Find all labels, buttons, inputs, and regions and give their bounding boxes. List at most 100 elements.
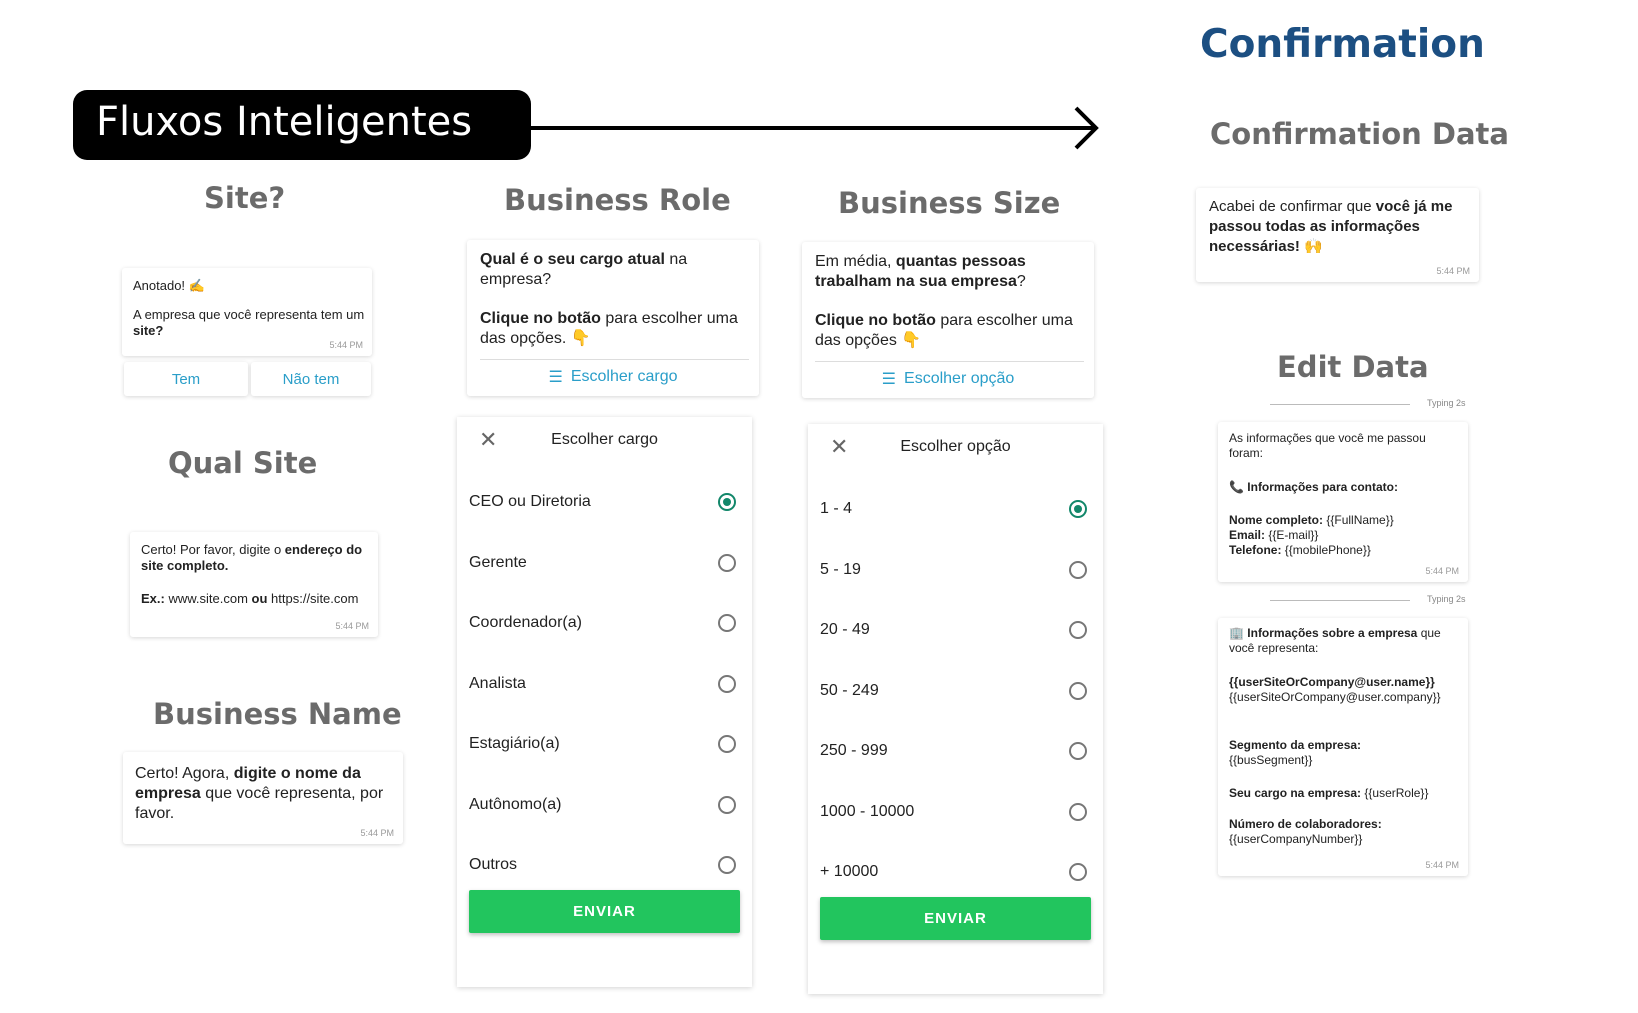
option-label: 50 - 249	[820, 681, 879, 699]
timestamp: 5:44 PM	[1425, 566, 1459, 576]
phone-label: Telefone:	[1229, 543, 1282, 557]
escolher-cargo-panel: ✕ Escolher cargo CEO ou Diretoria Gerente…	[457, 417, 752, 987]
confirmation-data-heading: Confirmation Data	[1210, 117, 1509, 151]
panel-title: Escolher opção	[900, 438, 1011, 455]
option-row[interactable]: Estagiário(a)	[469, 715, 736, 773]
escolher-opcao-button[interactable]: ☰ Escolher opção	[802, 364, 1094, 394]
enviar-button[interactable]: ENVIAR	[469, 890, 740, 933]
qual-site-message: Certo! Por favor, digite o endereço do s…	[130, 532, 378, 637]
radio-icon[interactable]	[718, 674, 736, 693]
list-icon: ☰	[548, 369, 563, 386]
site-message-line1: Anotado! ✍️	[133, 278, 205, 293]
escolher-opcao-panel: ✕ Escolher opção 1 - 45 - 19 20 - 49 50 - …	[808, 424, 1103, 994]
option-row[interactable]: Analista	[469, 655, 736, 713]
confirmation-title: Confirmation	[1200, 22, 1485, 67]
site-message-line2-bold: site?	[133, 323, 164, 338]
radio-icon[interactable]	[718, 856, 736, 874]
timestamp: 5:44 PM	[1436, 266, 1470, 276]
radio-icon[interactable]	[1069, 742, 1087, 760]
option-label: Estagiário(a)	[469, 735, 560, 752]
option-row[interactable]: 1 - 4	[820, 480, 1087, 538]
radio-icon[interactable]	[718, 553, 736, 572]
site-message: Anotado! ✍️ A empresa que você represent…	[122, 268, 372, 356]
option-row[interactable]: Outros	[469, 836, 736, 894]
site-heading: Site?	[204, 181, 286, 215]
option-row[interactable]: Coordenador(a)	[469, 594, 736, 652]
option-row[interactable]: 5 - 19	[820, 541, 1087, 599]
option-row[interactable]: 1000 - 10000	[820, 783, 1087, 841]
name-label: Nome completo:	[1229, 513, 1324, 527]
business-name-heading: Business Name	[153, 697, 402, 731]
role-question-bold: Qual é o seu cargo atual	[480, 251, 665, 268]
option-label: Analista	[469, 674, 526, 692]
option-row[interactable]: 50 - 249	[820, 662, 1087, 720]
example-url: www.site.com	[164, 591, 252, 606]
flow-banner-title: Fluxos Inteligentes	[96, 99, 473, 145]
role-instruction-bold: Clique no botão	[480, 310, 601, 327]
divider	[480, 359, 749, 360]
option-row[interactable]: 20 - 49	[820, 601, 1087, 659]
radio-icon[interactable]	[1069, 621, 1087, 639]
company-site-bold: {{userSiteOrCompany@user.name}}	[1229, 675, 1435, 689]
radio-selected-icon[interactable]	[718, 493, 736, 511]
business-name-message: Certo! Agora, digite o nome da empresa q…	[123, 752, 403, 844]
option-row[interactable]: 250 - 999	[820, 722, 1087, 780]
contact-title: 📞 Informações para contato:	[1229, 480, 1398, 494]
qual-site-text: Certo! Por favor, digite o	[141, 542, 285, 557]
contact-info-message: As informações que você me passou foram:…	[1218, 422, 1468, 582]
divider	[815, 361, 1084, 362]
radio-icon[interactable]	[1069, 802, 1087, 821]
option-row[interactable]: Autônomo(a)	[469, 776, 736, 834]
option-label: 5 - 19	[820, 560, 861, 578]
collab-value: {{userCompanyNumber}}	[1229, 832, 1363, 846]
option-label: 20 - 49	[820, 621, 870, 638]
typing-indicator: Typing 2s	[1427, 594, 1466, 604]
phone-value: {{mobilePhone}}	[1281, 543, 1371, 557]
email-label: Email:	[1229, 528, 1266, 542]
option-row[interactable]: + 10000	[820, 843, 1087, 901]
tem-button[interactable]: Tem	[124, 362, 248, 396]
business-role-message: Qual é o seu cargo atual na empresa? Cli…	[467, 240, 759, 396]
enviar-button[interactable]: ENVIAR	[820, 897, 1091, 940]
radio-selected-icon[interactable]	[1069, 500, 1087, 518]
role-label: Seu cargo na empresa:	[1229, 786, 1362, 800]
business-size-heading: Business Size	[838, 186, 1061, 220]
timestamp: 5:44 PM	[360, 828, 394, 838]
example-label: Ex.:	[141, 591, 165, 606]
radio-icon[interactable]	[718, 735, 736, 753]
typing-divider	[1270, 404, 1410, 405]
name-value: {{FullName}}	[1323, 513, 1394, 527]
radio-icon[interactable]	[718, 614, 736, 632]
business-role-heading: Business Role	[504, 183, 731, 217]
escolher-cargo-button[interactable]: ☰ Escolher cargo	[467, 362, 759, 392]
radio-icon[interactable]	[718, 795, 736, 814]
escolher-cargo-label: Escolher cargo	[570, 368, 678, 385]
radio-icon[interactable]	[1069, 863, 1087, 881]
qual-site-heading: Qual Site	[168, 446, 318, 480]
business-size-message: Em média, quantas pessoas trabalham na s…	[802, 242, 1094, 398]
company-info-message: 🏢 Informações sobre a empresa que você r…	[1218, 618, 1468, 876]
contact-intro: As informações que você me passou foram:	[1229, 431, 1426, 460]
example-url-2: https://site.com	[267, 591, 359, 606]
timestamp: 5:44 PM	[335, 621, 369, 631]
confirmation-message: Acabei de confirmar que você já me passo…	[1196, 188, 1479, 282]
radio-icon[interactable]	[1069, 560, 1087, 579]
edit-data-heading: Edit Data	[1277, 350, 1429, 384]
example-or: ou	[251, 591, 268, 606]
option-label: Outros	[469, 856, 518, 873]
radio-icon[interactable]	[1069, 681, 1087, 700]
nao-tem-button[interactable]: Não tem	[251, 362, 371, 396]
typing-divider	[1270, 600, 1410, 601]
size-question-end: ?	[1016, 273, 1026, 290]
confirmation-text: Acabei de confirmar que	[1209, 198, 1376, 215]
collab-label: Número de colaboradores:	[1229, 817, 1382, 831]
option-row[interactable]: CEO ou Diretoria	[469, 473, 736, 531]
typing-indicator: Typing 2s	[1427, 398, 1466, 408]
email-value: {{E-mail}}	[1265, 528, 1319, 542]
option-label: Autônomo(a)	[469, 795, 562, 813]
business-name-text: Certo! Agora,	[135, 765, 234, 782]
list-icon: ☰	[881, 371, 897, 388]
site-message-line2: A empresa que você representa tem um	[133, 307, 365, 322]
option-row[interactable]: Gerente	[469, 534, 736, 592]
option-label: 250 - 999	[820, 742, 888, 759]
